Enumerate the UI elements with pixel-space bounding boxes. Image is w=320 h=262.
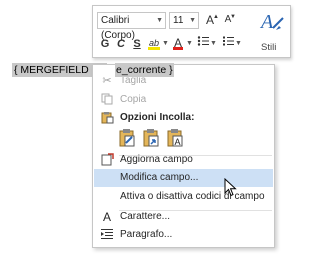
highlight-color-bar: [148, 47, 160, 50]
bullets-button[interactable]: [196, 35, 210, 51]
chevron-down-icon[interactable]: ▼: [186, 36, 193, 52]
field-code-right: e_corrente }: [115, 63, 174, 77]
underline-label: S: [133, 38, 141, 50]
chevron-down-icon[interactable]: ▼: [235, 36, 242, 52]
menu-item-paragrafo[interactable]: Paragrafo...: [94, 226, 273, 244]
context-menu: ✂ Taglia Copia Opzioni Incolla: A Aggior…: [92, 64, 275, 248]
numbering-button[interactable]: [221, 35, 235, 51]
shrink-font-button[interactable]: A ▼: [221, 12, 236, 28]
menu-item-label: Paragrafo...: [120, 229, 173, 240]
styles-button[interactable]: A: [259, 10, 285, 38]
menu-item-attiva-codici[interactable]: Attiva o disattiva codici di campo: [94, 188, 273, 206]
paste-text-only-button[interactable]: A: [166, 128, 186, 150]
chevron-down-icon: ▼: [156, 17, 163, 24]
italic-button[interactable]: C: [115, 36, 127, 52]
update-field-icon: [100, 153, 114, 167]
chevron-down-icon: ▼: [189, 17, 196, 24]
menu-item-carattere[interactable]: A Carattere...: [94, 208, 273, 226]
underline-button[interactable]: S: [131, 36, 143, 52]
clipboard-icon: [100, 111, 114, 125]
font-size-dropdown[interactable]: 11 ▼: [169, 12, 199, 29]
italic-label: C: [117, 38, 125, 50]
menu-item-label: Aggiorna campo: [120, 154, 193, 165]
paste-merge-formatting-button[interactable]: [142, 128, 162, 150]
paste-keep-formatting-button[interactable]: [118, 128, 138, 150]
menu-item-copia[interactable]: Copia: [94, 91, 273, 109]
bullet-list-icon: [197, 36, 209, 46]
svg-text:A: A: [175, 137, 181, 147]
bold-label: G: [100, 38, 110, 50]
styles-icon: A: [259, 11, 284, 33]
grow-font-button[interactable]: A ▲: [203, 12, 219, 28]
styles-label: Stili: [261, 42, 277, 53]
mini-toolbar: Calibri (Corpo) ▼ 11 ▼ A ▲ A ▼ G C S ab ▼ …: [92, 5, 291, 58]
svg-text:A: A: [259, 11, 274, 33]
menu-item-label: Copia: [120, 94, 147, 105]
paste-keep-formatting-icon: [119, 129, 135, 147]
numbered-list-icon: [223, 36, 234, 46]
scissors-icon: ✂: [102, 75, 112, 87]
paragraph-icon: [100, 228, 114, 242]
mouse-cursor-icon: [224, 178, 237, 197]
bold-button[interactable]: G: [99, 36, 111, 52]
font-icon: A: [102, 210, 111, 224]
paste-text-only-icon: A: [167, 129, 183, 147]
menu-item-label: Carattere...: [120, 211, 171, 222]
highlight-button[interactable]: ab: [147, 35, 161, 51]
menu-item-modifica-campo[interactable]: Modifica campo...: [94, 169, 273, 187]
font-color-bar: [173, 47, 183, 50]
menu-item-aggiorna-campo[interactable]: Aggiorna campo: [94, 151, 273, 169]
paste-options-header: Opzioni Incolla:: [94, 109, 273, 127]
paste-merge-formatting-icon: [143, 129, 159, 147]
font-color-button[interactable]: A: [172, 35, 184, 51]
chevron-down-icon[interactable]: ▼: [162, 36, 169, 52]
menu-item-label: Modifica campo...: [120, 172, 199, 183]
paste-options-label: Opzioni Incolla:: [120, 112, 195, 123]
menu-item-label: Attiva o disattiva codici di campo: [120, 191, 265, 202]
font-name-dropdown[interactable]: Calibri (Corpo) ▼: [97, 12, 166, 41]
font-size-value: 11: [173, 15, 184, 26]
chevron-down-icon[interactable]: ▼: [210, 36, 217, 52]
copy-icon: [100, 93, 114, 107]
